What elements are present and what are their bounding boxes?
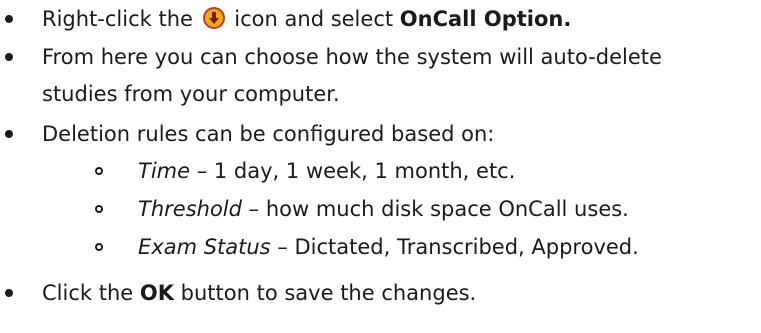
bullet-1-after: icon and select xyxy=(227,7,400,31)
ok-label: OK xyxy=(139,281,174,305)
bullet-4-after: button to save the changes. xyxy=(173,281,477,305)
subitem-threshold-label: Threshold xyxy=(138,197,242,221)
subitem-time-label: Time xyxy=(138,159,191,183)
subitem-3-marker xyxy=(95,243,103,251)
bullet-3-text: Deletion rules can be configured based o… xyxy=(42,122,495,146)
bullet-4-text: Click the OK button to save the changes. xyxy=(42,278,476,308)
oncall-option-label: OnCall Option. xyxy=(399,7,572,31)
bullet-1-marker xyxy=(5,15,13,23)
instruction-document: Right-click the icon and select OnCall O… xyxy=(0,0,761,333)
subitem-1-marker xyxy=(95,167,103,175)
oncall-download-icon xyxy=(202,7,225,29)
subitem-time: Time – 1 day, 1 week, 1 month, etc. xyxy=(138,156,515,186)
bullet-4-marker xyxy=(5,289,13,297)
bullet-3-marker xyxy=(5,130,13,138)
bullet-4-before: Click the xyxy=(42,281,140,305)
subitem-exam-status-label: Exam Status xyxy=(138,235,271,259)
bullet-2-line-1: From here you can choose how the system … xyxy=(42,45,662,69)
subitem-time-text: – 1 day, 1 week, 1 month, etc. xyxy=(190,159,516,183)
bullet-2-marker xyxy=(5,53,13,61)
subitem-threshold: Threshold – how much disk space OnCall u… xyxy=(138,194,629,224)
bullet-1-text: Right-click the icon and select OnCall O… xyxy=(42,4,571,34)
subitem-threshold-text: – how much disk space OnCall uses. xyxy=(241,197,629,221)
bullet-2-line-2: studies from your computer. xyxy=(42,82,340,106)
subitem-exam-status-text: – Dictated, Transcribed, Approved. xyxy=(270,235,639,259)
subitem-exam-status: Exam Status – Dictated, Transcribed, App… xyxy=(138,232,639,262)
bullet-1-before: Right-click the xyxy=(42,7,200,31)
subitem-2-marker xyxy=(95,205,103,213)
